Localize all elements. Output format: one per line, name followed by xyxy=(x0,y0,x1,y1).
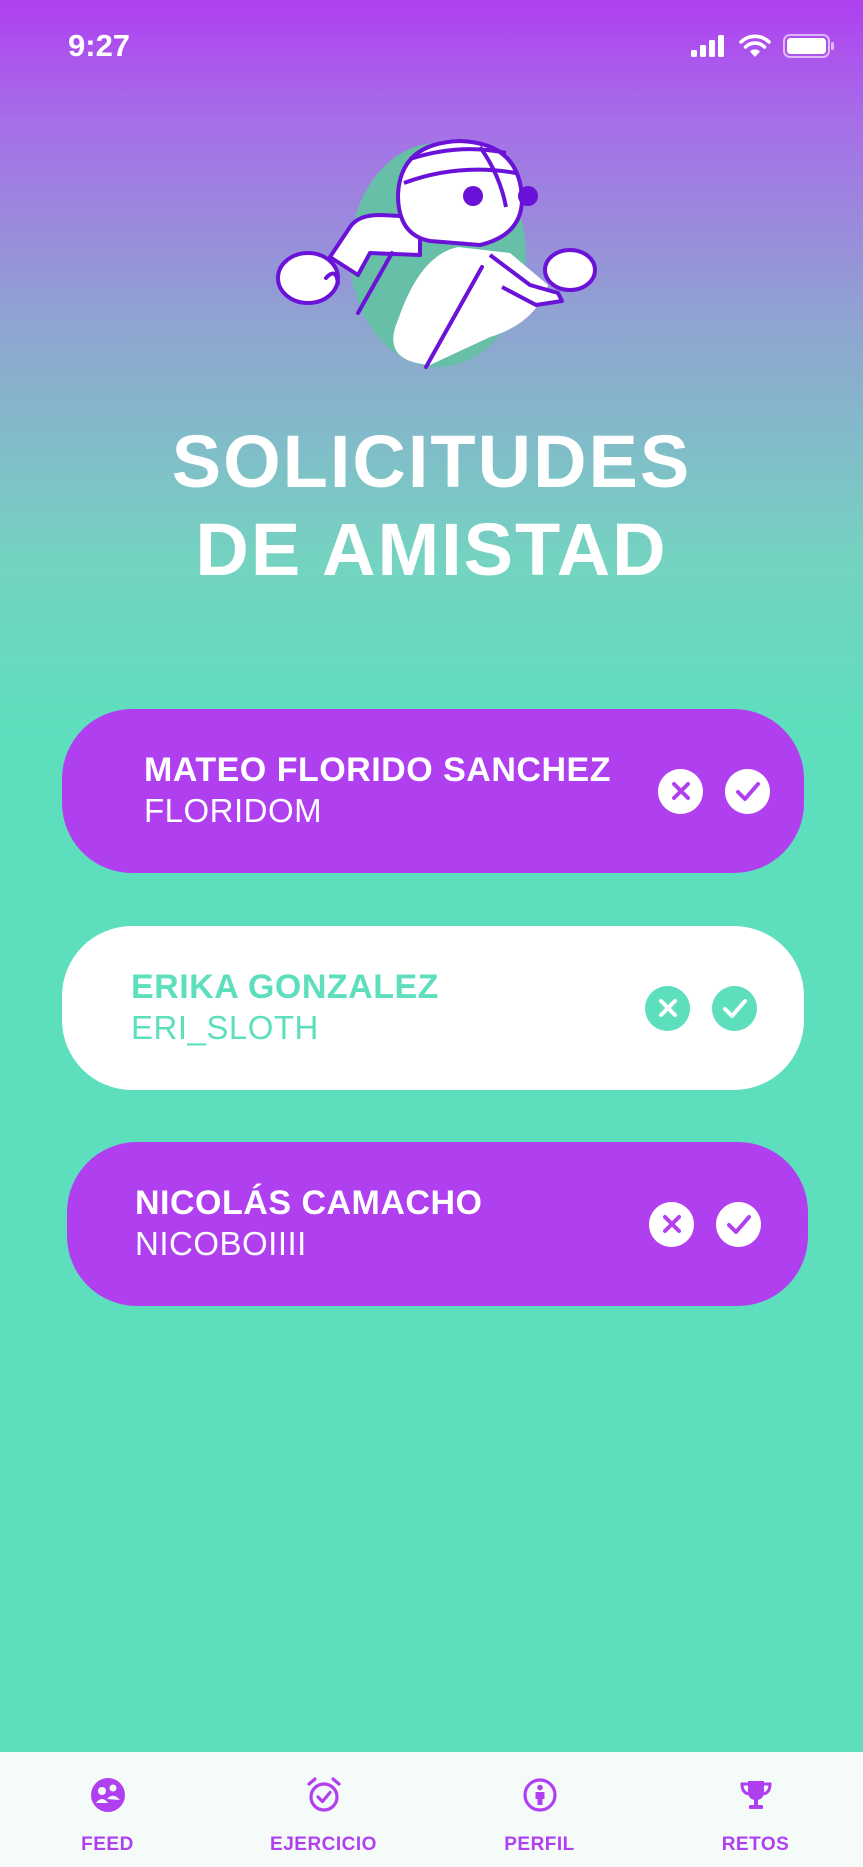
tab-ejercicio[interactable]: EJERCICIO xyxy=(216,1752,431,1867)
page-title-line2: DE AMISTAD xyxy=(195,508,668,591)
tab-label: RETOS xyxy=(721,1834,790,1855)
request-full-name: MATEO FLORIDO SANCHEZ xyxy=(144,751,611,789)
tab-feed[interactable]: FEED xyxy=(0,1752,215,1867)
running-mascot-icon xyxy=(276,138,597,369)
close-icon xyxy=(671,782,690,800)
trophy-icon xyxy=(739,1781,772,1809)
request-full-name: ERIKA GONZALEZ xyxy=(131,968,439,1006)
friend-request-card: MATEO FLORIDO SANCHEZ FLORIDOM xyxy=(62,709,804,873)
wifi-icon xyxy=(739,34,771,57)
accept-button[interactable] xyxy=(712,985,757,1031)
person-icon xyxy=(522,1778,557,1812)
friend-request-card: NICOLÁS CAMACHO NICOBOIIII xyxy=(67,1142,808,1306)
page-title: SOLICITUDES DE AMISTAD xyxy=(0,418,863,594)
tab-label: EJERCICIO xyxy=(270,1834,377,1855)
request-username: FLORIDOM xyxy=(144,792,323,829)
accept-button[interactable] xyxy=(725,768,770,814)
status-icons xyxy=(691,34,835,58)
tab-retos[interactable]: RETOS xyxy=(648,1752,863,1867)
tab-perfil[interactable]: PERFIL xyxy=(432,1752,647,1867)
request-username: ERI_SLOTH xyxy=(131,1009,319,1046)
check-icon xyxy=(726,1215,751,1234)
tab-label: FEED xyxy=(81,1834,134,1855)
alarm-check-icon xyxy=(306,1777,341,1812)
reject-button[interactable] xyxy=(658,768,703,814)
request-full-name: NICOLÁS CAMACHO xyxy=(135,1184,483,1222)
cellular-signal-icon xyxy=(691,35,724,57)
status-bar: 9:27 xyxy=(0,0,863,96)
reject-button[interactable] xyxy=(649,1201,694,1247)
check-icon xyxy=(722,999,747,1018)
request-username: NICOBOIIII xyxy=(135,1225,307,1262)
friend-request-card: ERIKA GONZALEZ ERI_SLOTH xyxy=(62,926,804,1090)
status-time: 9:27 xyxy=(68,28,131,63)
bottom-tab-bar: FEED EJERCICIO PERFIL RETOS xyxy=(0,1752,863,1867)
close-icon xyxy=(662,1215,681,1233)
reject-button[interactable] xyxy=(645,985,690,1031)
feed-icon xyxy=(90,1778,125,1812)
accept-button[interactable] xyxy=(716,1201,761,1247)
tab-label: PERFIL xyxy=(504,1834,575,1855)
page-title-line1: SOLICITUDES xyxy=(171,420,692,503)
check-icon xyxy=(735,782,760,801)
close-icon xyxy=(658,999,677,1017)
battery-icon xyxy=(783,34,834,58)
